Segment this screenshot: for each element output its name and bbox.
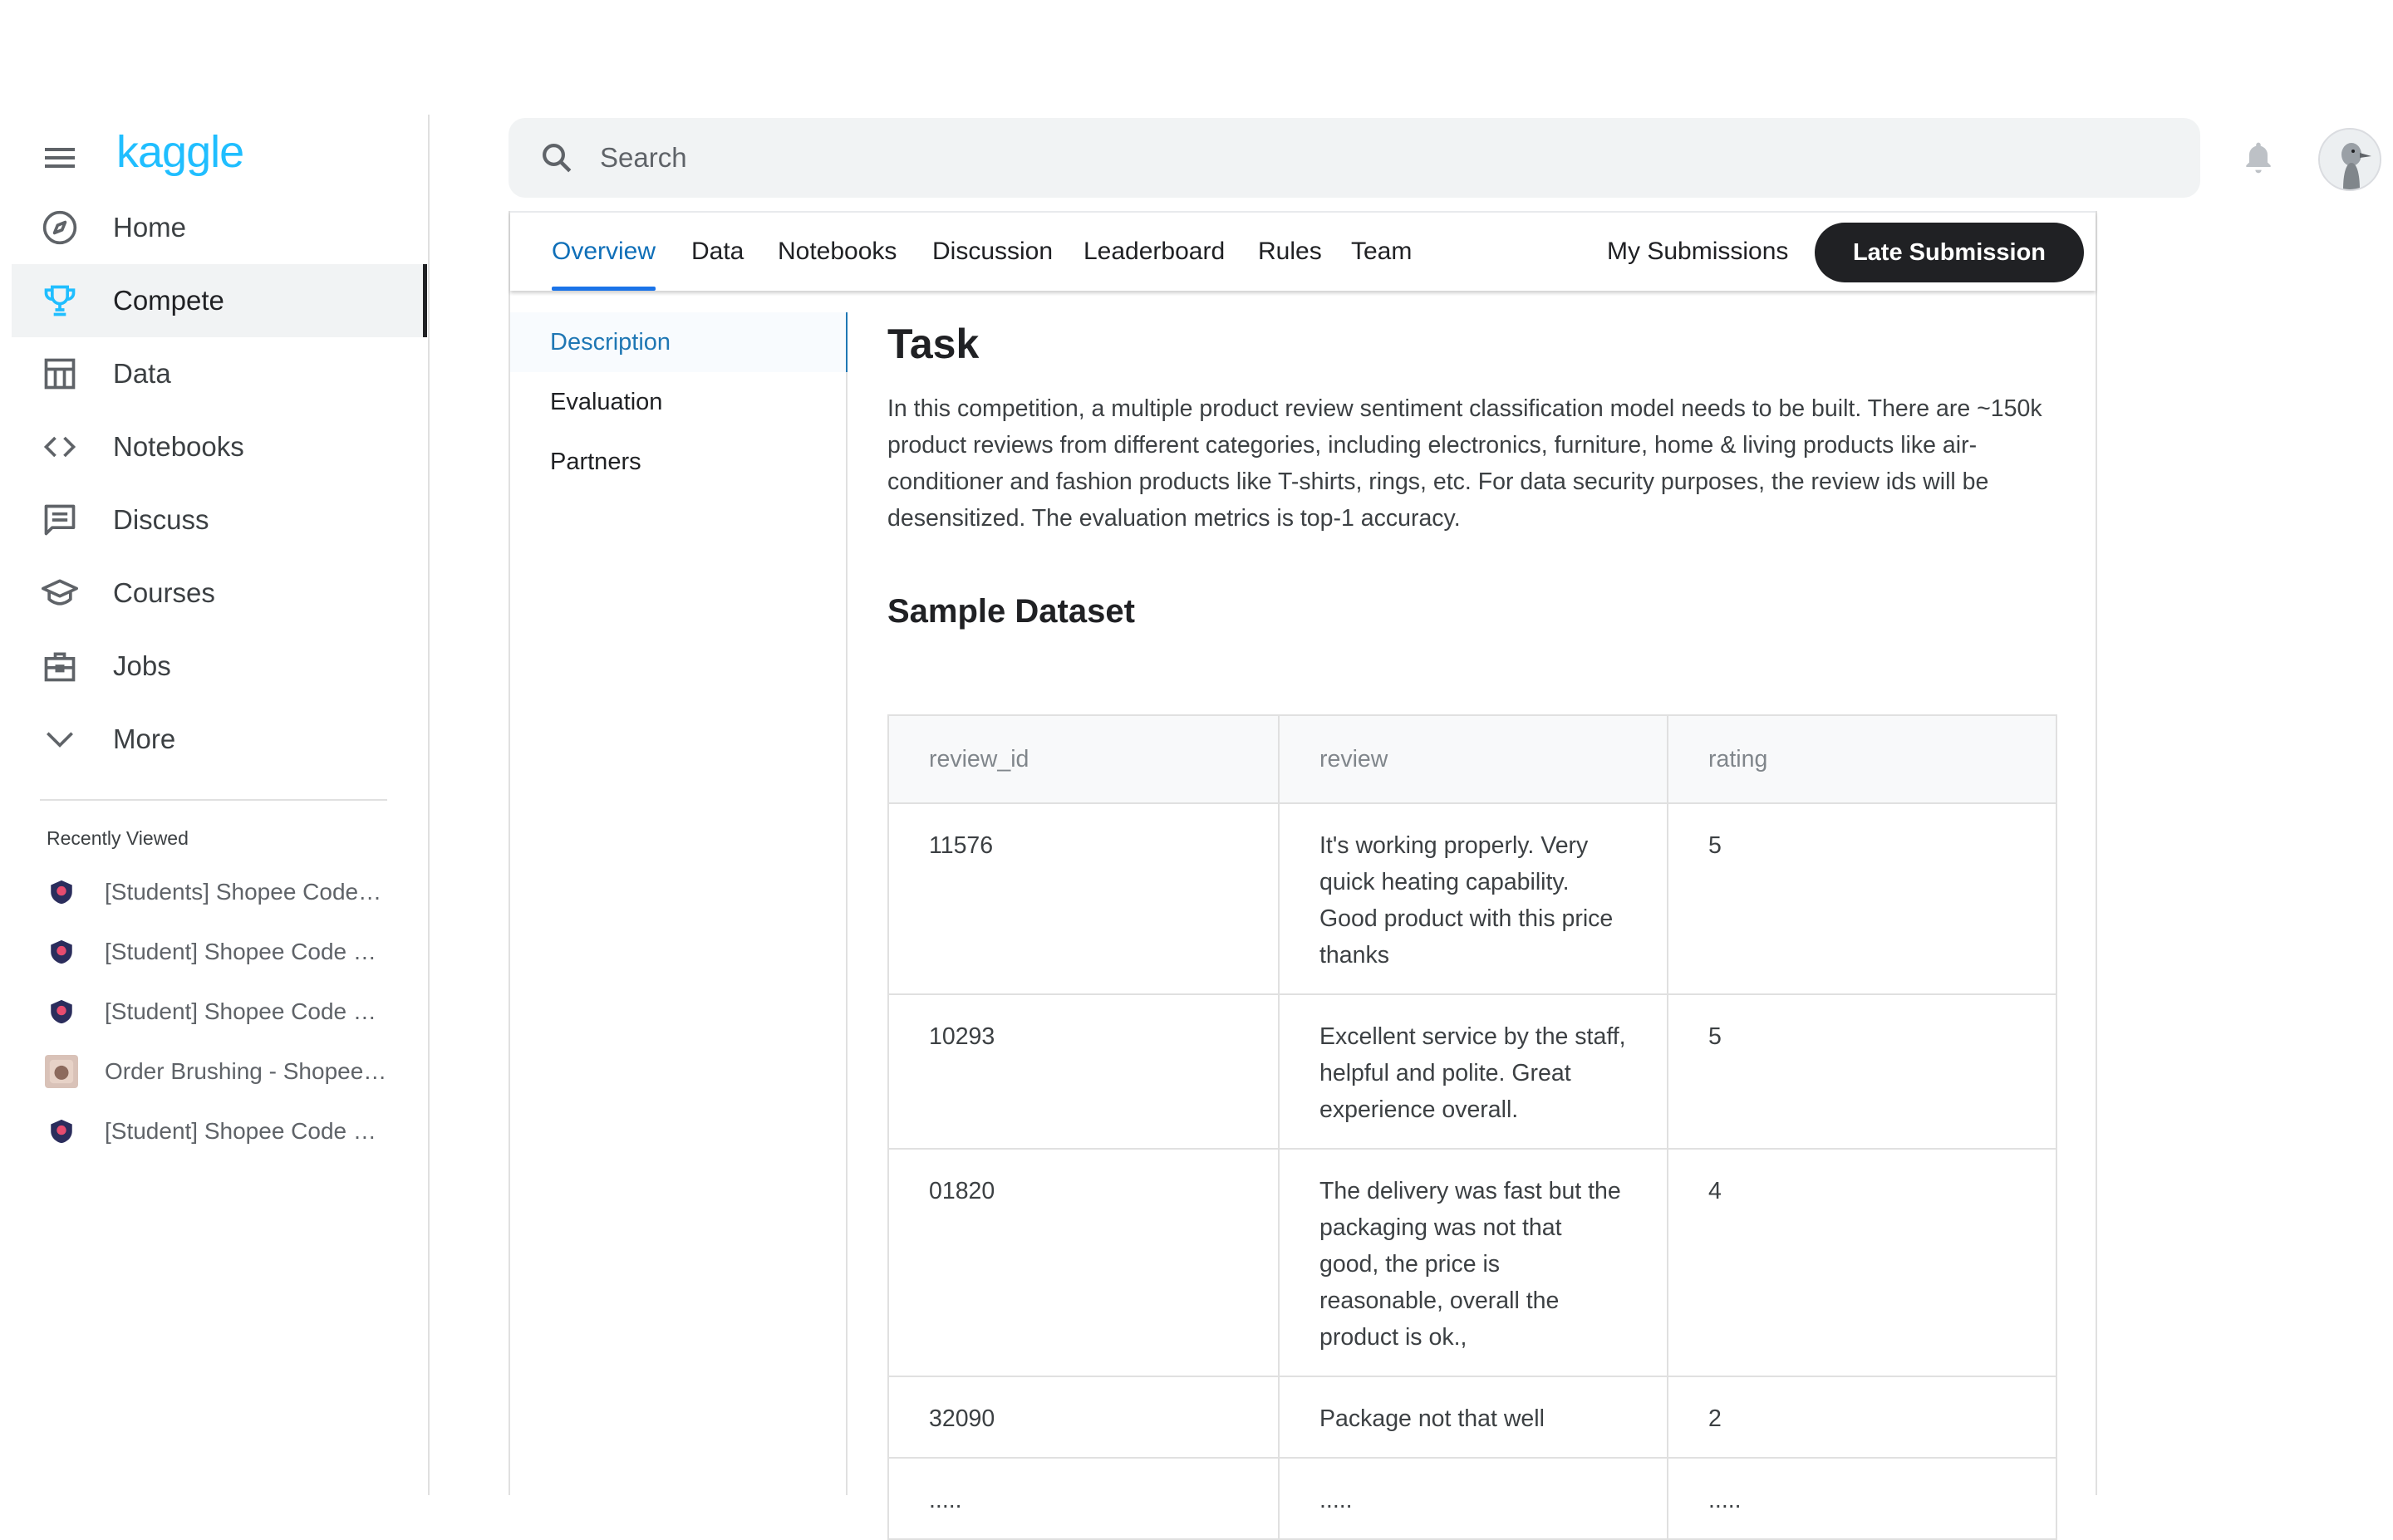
notifications-bell-icon[interactable] (2238, 138, 2278, 178)
competition-thumbnail-icon (45, 935, 78, 969)
competition-thumbnail-icon (45, 1115, 78, 1148)
search-bar[interactable] (509, 118, 2200, 198)
sidebar-item-label: Notebooks (113, 431, 244, 462)
recent-item-label: Order Brushing - Shopee Code League (105, 1058, 387, 1084)
subnav-evaluation[interactable]: Evaluation (510, 372, 846, 432)
search-input[interactable] (598, 141, 2097, 174)
sidebar-item-data[interactable]: Data (12, 337, 427, 410)
description-content: Task In this competition, a multiple pro… (887, 319, 2059, 633)
school-icon (40, 573, 80, 613)
chevron-down-icon (40, 719, 80, 759)
kaggle-logo[interactable]: kaggle (116, 126, 244, 178)
sidebar-item-label: Compete (113, 285, 224, 316)
table-row: 01820 The delivery was fast but the pack… (887, 1148, 2057, 1377)
recent-item[interactable]: [Student] Shopee Code League - Marketing… (40, 982, 405, 1042)
brand: kaggle (40, 127, 244, 178)
sidebar-item-compete[interactable]: Compete (12, 264, 427, 337)
sidebar-item-label: Courses (113, 577, 215, 608)
table-row: 32090 Package not that well 2 (887, 1376, 2057, 1459)
recent-item[interactable]: [Student] Shopee Code League - Address E… (40, 1101, 405, 1161)
cell-review-id: 11576 (887, 802, 1280, 995)
cell-review: Package not that well (1278, 1376, 1668, 1459)
task-description: In this competition, a multiple product … (887, 395, 2042, 532)
competition-thumbnail-icon (45, 1055, 78, 1088)
overview-subnav: Description Evaluation Partners (510, 312, 848, 1495)
sidebar: kaggle Home Compete Data Notebooks Discu… (0, 115, 430, 1495)
table-header-row: review_id review rating (887, 714, 2057, 804)
section-title: Task (887, 321, 980, 367)
cell-review: The delivery was fast but the packaging … (1278, 1148, 1668, 1377)
competition-tabs: Overview Data Notebooks Discussion Leade… (510, 211, 2096, 291)
table-row: 11576 It's working properly. Very quick … (887, 802, 2057, 995)
subnav-description[interactable]: Description (510, 312, 848, 372)
sidebar-item-label: More (113, 723, 176, 754)
sidebar-item-home[interactable]: Home (12, 191, 427, 264)
sidebar-item-notebooks[interactable]: Notebooks (12, 410, 427, 483)
table-row: 10293 Excellent service by the staff, he… (887, 993, 2057, 1150)
cell-review-id: ..... (887, 1457, 1280, 1540)
sidebar-item-discuss[interactable]: Discuss (12, 483, 427, 557)
cell-review-id: 32090 (887, 1376, 1280, 1459)
competition-thumbnail-icon (45, 995, 78, 1028)
tab-my-submissions[interactable]: My Submissions (1607, 213, 1788, 291)
recent-item-label: [Student] Shopee Code League - Address E… (105, 1118, 387, 1144)
sidebar-item-label: Data (113, 358, 171, 389)
cell-rating: 2 (1667, 1376, 2057, 1459)
recent-item-label: [Student] Shopee Code League - Marketing… (105, 998, 387, 1024)
search-icon (537, 138, 577, 178)
tab-leaderboard[interactable]: Leaderboard (1083, 213, 1225, 291)
recently-viewed-list: [Students] Shopee Code League - Sentimen… (40, 862, 405, 1161)
late-submission-button[interactable]: Late Submission (1815, 223, 2084, 282)
subnav-partners[interactable]: Partners (510, 432, 846, 492)
comment-icon (40, 500, 80, 540)
tab-data[interactable]: Data (691, 213, 744, 291)
cell-review: ..... (1278, 1457, 1668, 1540)
cell-rating: ..... (1667, 1457, 2057, 1540)
recent-item[interactable]: Order Brushing - Shopee Code League (40, 1042, 405, 1101)
sidebar-nav: Home Compete Data Notebooks Discuss Cour… (12, 191, 427, 776)
cell-review: Excellent service by the staff, helpful … (1278, 993, 1668, 1150)
sidebar-item-label: Discuss (113, 504, 209, 535)
sample-dataset-table: review_id review rating 11576 It's worki… (887, 714, 2057, 1540)
sidebar-item-courses[interactable]: Courses (12, 557, 427, 630)
cell-rating: 5 (1667, 993, 2057, 1150)
competition-thumbnail-icon (45, 875, 78, 909)
cell-rating: 4 (1667, 1148, 2057, 1377)
tab-team[interactable]: Team (1351, 213, 1412, 291)
table-icon (40, 354, 80, 394)
cell-review-id: 10293 (887, 993, 1280, 1150)
cell-rating: 5 (1667, 802, 2057, 995)
trophy-icon (40, 281, 80, 321)
table-row: ..... ..... ..... (887, 1457, 2057, 1540)
menu-icon[interactable] (40, 138, 80, 178)
recent-item-label: [Students] Shopee Code League - Sentimen… (105, 879, 387, 905)
compass-icon (40, 208, 80, 248)
recent-item[interactable]: [Students] Shopee Code League - Sentimen… (40, 862, 405, 922)
sidebar-item-more[interactable]: More (12, 703, 427, 776)
sidebar-item-label: Home (113, 212, 187, 243)
subsection-title: Sample Dataset (887, 593, 1135, 630)
briefcase-icon (40, 646, 80, 686)
sidebar-item-jobs[interactable]: Jobs (12, 630, 427, 703)
recent-item-label: [Student] Shopee Code League - Product D… (105, 939, 387, 964)
tab-discussion[interactable]: Discussion (932, 213, 1053, 291)
column-header: rating (1667, 714, 2057, 804)
cell-review: It's working properly. Very quick heatin… (1278, 802, 1668, 995)
sidebar-divider (40, 799, 387, 801)
code-icon (40, 427, 80, 467)
tab-overview[interactable]: Overview (552, 213, 656, 291)
column-header: review (1278, 714, 1668, 804)
competition-card: Overview Data Notebooks Discussion Leade… (509, 211, 2097, 1540)
cell-review-id: 01820 (887, 1148, 1280, 1377)
recent-item[interactable]: [Student] Shopee Code League - Product D… (40, 922, 405, 982)
column-header: review_id (887, 714, 1280, 804)
recently-viewed-heading: Recently Viewed (47, 827, 189, 849)
user-avatar[interactable] (2318, 128, 2381, 191)
sidebar-item-label: Jobs (113, 650, 171, 681)
tab-notebooks[interactable]: Notebooks (778, 213, 897, 291)
tab-rules[interactable]: Rules (1258, 213, 1322, 291)
